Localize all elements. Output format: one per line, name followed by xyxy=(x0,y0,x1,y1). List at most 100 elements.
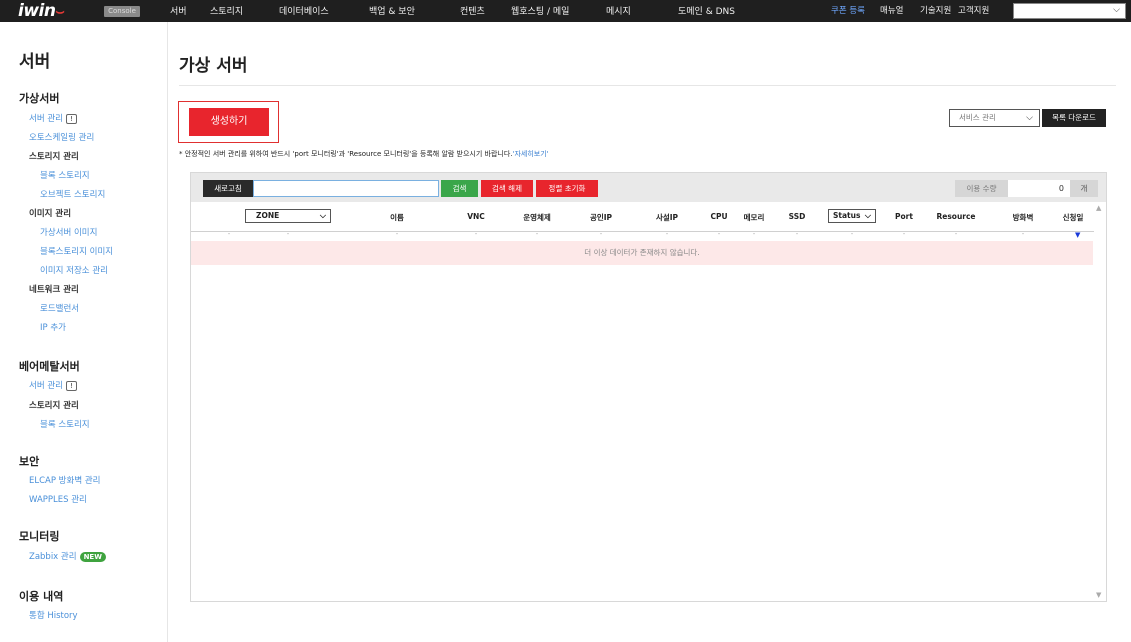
notice-text: * 안정적인 서버 관리를 위하여 반드시 'port 모니터링'과 'Reso… xyxy=(179,150,513,158)
sidebar-item-wapples[interactable]: WAPPLES 관리 xyxy=(29,493,87,505)
sidebar-section-baremetal: 베어메탈서버 xyxy=(19,360,80,373)
status-select-value: Status xyxy=(833,211,861,220)
sidebar-item-load-balancer[interactable]: 로드밸런서 xyxy=(40,302,79,314)
sidebar: 서버 가상서버 서버 관리! 오토스케일링 관리 스토리지 관리 블록 스토리지… xyxy=(0,22,168,642)
empty-table-message: 더 이상 데이터가 존재하지 않습니다. xyxy=(191,241,1093,265)
nav-customer-support[interactable]: 고객지원 xyxy=(958,4,989,16)
service-select-value: 서비스 관리 xyxy=(959,113,996,122)
sidebar-section-virtual-server: 가상서버 xyxy=(19,92,60,105)
sidebar-item-block-storage-image[interactable]: 블록스토리지 이미지 xyxy=(40,245,113,257)
search-button[interactable]: 검색 xyxy=(441,180,478,197)
usage-count-unit: 개 xyxy=(1070,180,1098,197)
filter-dash: - xyxy=(752,230,756,238)
search-input[interactable] xyxy=(253,180,439,197)
column-resource[interactable]: Resource xyxy=(936,212,975,221)
nav-tech-support[interactable]: 기술지원 xyxy=(920,4,951,16)
nav-database[interactable]: 데이터베이스 xyxy=(279,4,329,17)
column-os[interactable]: 운영체제 xyxy=(523,212,551,223)
sidebar-item-block-storage[interactable]: 블록 스토리지 xyxy=(40,169,90,181)
table-toolbar: 새로고침 검색 검색 해제 정렬 초기화 이용 수량 0 개 xyxy=(191,173,1106,202)
refresh-button[interactable]: 새로고침 xyxy=(203,180,253,197)
nav-server[interactable]: 서버 xyxy=(170,4,187,17)
chevron-down-icon: ⌵ xyxy=(319,211,326,220)
column-cpu[interactable]: CPU xyxy=(710,212,727,221)
logo-text: iwin xyxy=(18,1,56,21)
notice-more-link[interactable]: '자세히보기' xyxy=(513,150,549,158)
filter-dash: - xyxy=(286,230,290,238)
filter-dash: - xyxy=(954,230,958,238)
column-private-ip[interactable]: 사설IP xyxy=(656,212,678,223)
nav-webhosting-mail[interactable]: 웹호스팅 / 메일 xyxy=(511,4,569,17)
clear-search-button[interactable]: 검색 해제 xyxy=(481,180,533,197)
sidebar-item-zabbix[interactable]: Zabbix 관리 NEW xyxy=(29,550,106,562)
filter-dash: - xyxy=(795,230,799,238)
info-icon[interactable]: ! xyxy=(65,113,77,124)
column-request-date[interactable]: 신청일 xyxy=(1063,212,1084,223)
filter-dash: - xyxy=(535,230,539,238)
scroll-down-icon[interactable]: ▼ xyxy=(1096,591,1101,599)
nav-manual[interactable]: 매뉴얼 xyxy=(880,4,903,16)
filter-dash: - xyxy=(665,230,669,238)
column-port[interactable]: Port xyxy=(895,212,913,221)
sidebar-item-autoscaling[interactable]: 오토스케일링 관리 xyxy=(29,131,94,143)
chevron-down-icon: ⌵ xyxy=(1026,113,1033,123)
column-firewall[interactable]: 방화벽 xyxy=(1013,212,1034,223)
page-title: 가상 서버 xyxy=(179,56,248,76)
download-list-button[interactable]: 목록 다운로드 xyxy=(1042,109,1106,127)
table-header: ZONE ⌵ 이름 VNC 운영체제 공인IP 사설IP CPU 메모리 SSD… xyxy=(191,202,1106,232)
sidebar-item-ip-add[interactable]: IP 추가 xyxy=(40,321,66,333)
iwin-logo[interactable]: iwin⌣ xyxy=(18,1,65,21)
sidebar-item-label: 서버 관리 xyxy=(29,114,63,124)
chevron-down-icon: ⌵ xyxy=(1113,5,1120,15)
column-public-ip[interactable]: 공인IP xyxy=(590,212,612,223)
zone-filter-select[interactable]: ZONE ⌵ xyxy=(245,209,331,223)
filter-dash: - xyxy=(395,230,399,238)
sidebar-item-label: Zabbix 관리 xyxy=(29,552,77,562)
filter-dash: - xyxy=(717,230,721,238)
sidebar-item-elcap[interactable]: ELCAP 방화벽 관리 xyxy=(29,474,101,486)
filter-dash: - xyxy=(902,230,906,238)
sidebar-item-bare-server-management[interactable]: 서버 관리! xyxy=(29,379,77,391)
chevron-down-icon: ⌵ xyxy=(864,211,871,220)
sidebar-group-bare-storage: 스토리지 관리 xyxy=(29,401,79,411)
sidebar-group-image: 이미지 관리 xyxy=(29,209,72,219)
top-account-select[interactable]: ⌵ xyxy=(1013,3,1126,19)
usage-count-label: 이용 수량 xyxy=(955,180,1008,197)
status-filter-select[interactable]: Status ⌵ xyxy=(828,209,876,223)
column-memory[interactable]: 메모리 xyxy=(744,212,765,223)
server-table-panel: 새로고침 검색 검색 해제 정렬 초기화 이용 수량 0 개 ZONE ⌵ 이름… xyxy=(190,172,1107,602)
sidebar-section-security: 보안 xyxy=(19,455,40,468)
sidebar-section-monitoring: 모니터링 xyxy=(19,530,60,543)
sidebar-item-object-storage[interactable]: 오브젝트 스토리지 xyxy=(40,188,105,200)
nav-coupon[interactable]: 쿠폰 등록 xyxy=(831,4,865,16)
nav-backup-security[interactable]: 백업 & 보안 xyxy=(369,4,415,17)
sort-descending-icon[interactable]: ▼ xyxy=(1075,231,1080,239)
sidebar-group-network: 네트워크 관리 xyxy=(29,285,79,295)
scroll-up-icon[interactable]: ▲ xyxy=(1096,204,1101,212)
sidebar-item-history[interactable]: 통합 History xyxy=(29,609,78,621)
column-name[interactable]: 이름 xyxy=(390,212,404,223)
filter-dash: - xyxy=(599,230,603,238)
column-ssd[interactable]: SSD xyxy=(789,212,806,221)
info-icon[interactable]: ! xyxy=(65,380,77,391)
sidebar-section-usage: 이용 내역 xyxy=(19,590,64,603)
column-vnc[interactable]: VNC xyxy=(467,212,485,221)
sidebar-item-bare-block-storage[interactable]: 블록 스토리지 xyxy=(40,418,90,430)
nav-message[interactable]: 메시지 xyxy=(606,4,631,17)
sidebar-group-storage: 스토리지 관리 xyxy=(29,152,79,162)
create-button[interactable]: 생성하기 xyxy=(189,108,269,136)
service-management-select[interactable]: 서비스 관리 ⌵ xyxy=(949,109,1040,127)
nav-storage[interactable]: 스토리지 xyxy=(210,4,243,17)
sidebar-item-image-repository[interactable]: 이미지 저장소 관리 xyxy=(40,264,108,276)
filter-dash: - xyxy=(474,230,478,238)
table-filter-row: - - - - - - - - - - - - - - xyxy=(191,230,1106,240)
sidebar-item-server-management[interactable]: 서버 관리! xyxy=(29,112,77,124)
filter-dash: - xyxy=(1021,230,1025,238)
top-navigation-bar: iwin⌣ Console 서버 스토리지 데이터베이스 백업 & 보안 컨텐츠… xyxy=(0,0,1131,22)
reset-sort-button[interactable]: 정렬 초기화 xyxy=(536,180,598,197)
sidebar-item-vm-image[interactable]: 가상서버 이미지 xyxy=(40,226,97,238)
nav-contents[interactable]: 컨텐츠 xyxy=(460,4,485,17)
monitoring-notice: * 안정적인 서버 관리를 위하여 반드시 'port 모니터링'과 'Reso… xyxy=(179,149,549,159)
table-scrollbar[interactable]: ▲ ▼ xyxy=(1094,202,1106,601)
nav-domain-dns[interactable]: 도메인 & DNS xyxy=(678,4,735,17)
